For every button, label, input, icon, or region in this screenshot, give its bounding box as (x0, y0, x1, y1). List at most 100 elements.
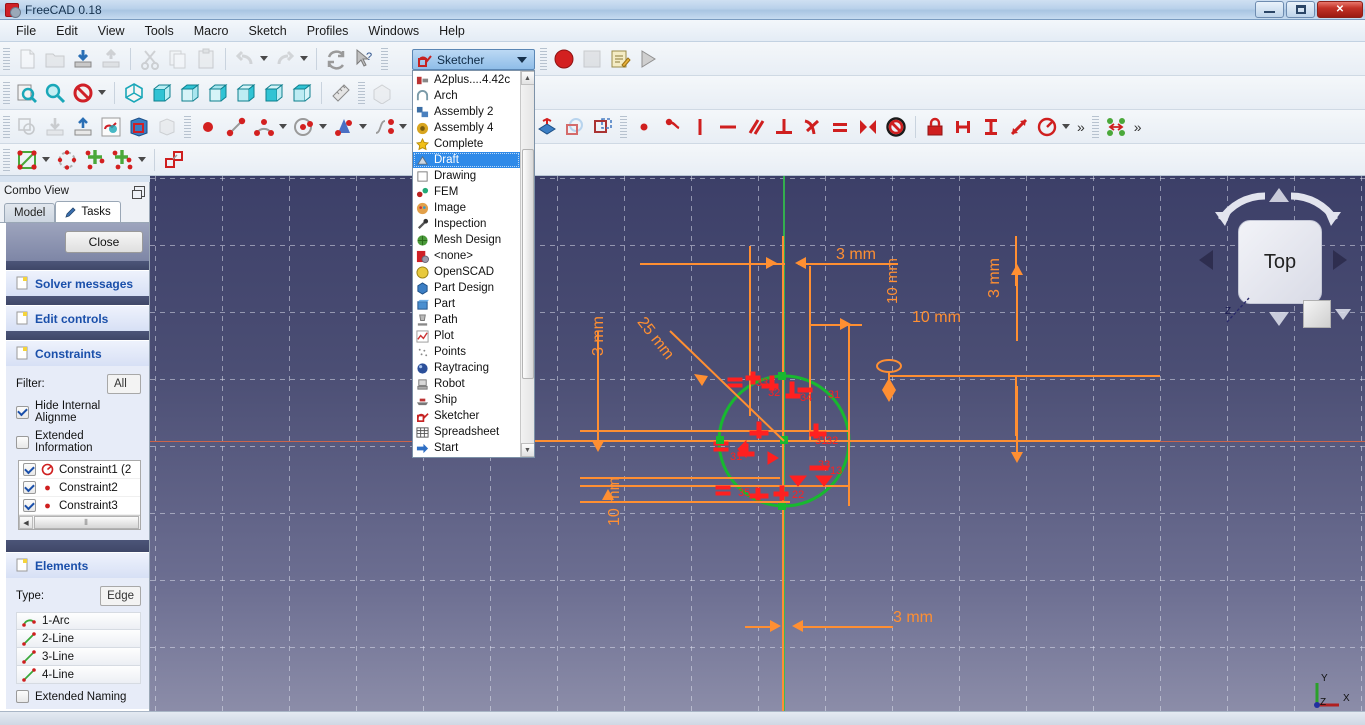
menu-sketch[interactable]: Sketch (239, 22, 297, 40)
slot-tool-button[interactable] (561, 113, 589, 141)
toolbar-grip[interactable] (1091, 115, 1099, 138)
list-item[interactable]: Constraint2 (19, 479, 140, 497)
copy-button[interactable] (164, 45, 192, 73)
scroll-up-arrow[interactable]: ▲ (520, 71, 534, 85)
select-dof-caret[interactable] (42, 157, 50, 162)
save-as-button[interactable] (97, 45, 125, 73)
constraint-checkbox[interactable] (23, 481, 36, 494)
macro-stop-button[interactable] (578, 45, 606, 73)
paste-button[interactable] (192, 45, 220, 73)
workbench-item-plot[interactable]: Plot (413, 328, 520, 344)
reorient-sketch-button[interactable] (153, 113, 181, 141)
undo-button[interactable] (231, 45, 259, 73)
constrain-symmetric-button[interactable] (854, 113, 882, 141)
workbench-item-inspection[interactable]: Inspection (413, 216, 520, 232)
workbench-item-complete[interactable]: Complete (413, 136, 520, 152)
maximize-button[interactable] (1286, 1, 1315, 18)
constrain-block-button[interactable] (882, 113, 910, 141)
toolbar-grip[interactable] (620, 115, 627, 138)
extended-information-checkbox[interactable] (16, 435, 29, 449)
rectangle-tool-button[interactable] (589, 113, 617, 141)
section-elements[interactable]: Elements (6, 552, 149, 578)
workbench-item-assembly2[interactable]: Assembly 2 (413, 104, 520, 120)
toolbar-grip[interactable] (184, 115, 191, 138)
conic-tool-caret[interactable] (359, 124, 367, 129)
draw-style-caret[interactable] (98, 90, 106, 95)
menu-profiles[interactable]: Profiles (297, 22, 359, 40)
section-edit-controls[interactable]: Edit controls (6, 305, 149, 331)
right-arrow[interactable] (1333, 250, 1347, 270)
scrollbar-thumb[interactable]: ⦀ (34, 516, 139, 529)
new-file-button[interactable] (13, 45, 41, 73)
right-view-button[interactable] (204, 79, 232, 107)
constraint-checkbox[interactable] (23, 499, 36, 512)
rear-view-button[interactable] (232, 79, 260, 107)
arc-tool-button[interactable] (250, 113, 278, 141)
save-file-button[interactable] (69, 45, 97, 73)
conic-tool-button[interactable] (330, 113, 358, 141)
list-item[interactable]: 2-Line (16, 630, 141, 648)
tab-tasks[interactable]: Tasks (55, 201, 121, 222)
tab-model[interactable]: Model (4, 203, 56, 222)
macros-dialog-button[interactable] (606, 45, 634, 73)
workbench-item-image[interactable]: Image (413, 200, 520, 216)
construction-mode-button[interactable] (533, 113, 561, 141)
constrain-distance-vertical-button[interactable] (977, 113, 1005, 141)
workbench-item-sketcher[interactable]: Sketcher (413, 408, 520, 424)
axonometric-view-button[interactable] (120, 79, 148, 107)
select-unconstrained-dof-button[interactable] (13, 146, 41, 174)
scroll-left-arrow[interactable]: ◀ (19, 516, 33, 529)
toolbar-grip[interactable] (540, 48, 547, 70)
bottom-view-button[interactable] (260, 79, 288, 107)
toolbar-overflow-button-2[interactable]: » (1134, 119, 1142, 135)
toolbar-grip[interactable] (3, 115, 10, 138)
workbench-item-openscad[interactable]: OpenSCAD (413, 264, 520, 280)
navigation-cube[interactable]: Top Z (1193, 182, 1353, 332)
workbench-dropdown-list[interactable]: A2plus....4.42c Arch Assembly 2 Assembly… (412, 70, 535, 458)
workbench-selector[interactable]: Sketcher (412, 49, 535, 70)
workbench-item-none[interactable]: <none> (413, 248, 520, 264)
copy-tool-caret[interactable] (138, 157, 146, 162)
symmetry-tool-button[interactable] (160, 146, 188, 174)
workbench-item-assembly4[interactable]: Assembly 4 (413, 120, 520, 136)
constrain-point-on-object-button[interactable] (658, 113, 686, 141)
undo-dropdown-caret[interactable] (260, 56, 268, 61)
scrollbar-thumb[interactable] (521, 149, 534, 379)
execute-macro-button[interactable] (634, 45, 662, 73)
toolbar-grip[interactable] (358, 81, 365, 104)
bspline-tool-caret[interactable] (399, 124, 407, 129)
menu-file[interactable]: File (6, 22, 46, 40)
export-sketch-button[interactable] (69, 113, 97, 141)
sketcher-validate-button[interactable] (53, 146, 81, 174)
refresh-button[interactable] (322, 45, 350, 73)
left-arrow[interactable] (1199, 250, 1213, 270)
menu-windows[interactable]: Windows (358, 22, 429, 40)
home-cube-icon[interactable] (1303, 300, 1331, 328)
constrain-distance-horizontal-button[interactable] (949, 113, 977, 141)
point-tool-button[interactable] (194, 113, 222, 141)
constrain-perpendicular-button[interactable] (770, 113, 798, 141)
extended-information-row[interactable]: Extended Information (16, 430, 141, 454)
workbench-item-ship[interactable]: Ship (413, 392, 520, 408)
constrain-parallel-button[interactable] (742, 113, 770, 141)
extended-naming-checkbox[interactable] (16, 690, 29, 703)
fit-selection-button[interactable] (41, 79, 69, 107)
workbench-item-path[interactable]: Path (413, 312, 520, 328)
bspline-tool-button[interactable] (370, 113, 398, 141)
constrain-tangent-button[interactable] (798, 113, 826, 141)
extended-naming-row[interactable]: Extended Naming (16, 690, 141, 703)
cut-button[interactable] (136, 45, 164, 73)
dropdown-scrollbar[interactable]: ▲ ▼ (520, 71, 534, 457)
whats-this-button[interactable]: ? (350, 45, 378, 73)
constrain-coincident-button[interactable] (630, 113, 658, 141)
draw-style-button[interactable] (69, 79, 97, 107)
constraints-horizontal-scrollbar[interactable]: ◀ ⦀ (19, 515, 140, 529)
list-item[interactable]: 1-Arc (16, 612, 141, 630)
workbench-item-drawing[interactable]: Drawing (413, 168, 520, 184)
down-arrow[interactable] (1269, 312, 1289, 326)
left-view-button[interactable] (288, 79, 316, 107)
top-view-button[interactable] (176, 79, 204, 107)
workbench-item-spreadsheet[interactable]: Spreadsheet (413, 424, 520, 440)
list-item[interactable]: 3-Line (16, 648, 141, 666)
radius-tool-caret[interactable] (1062, 124, 1070, 129)
